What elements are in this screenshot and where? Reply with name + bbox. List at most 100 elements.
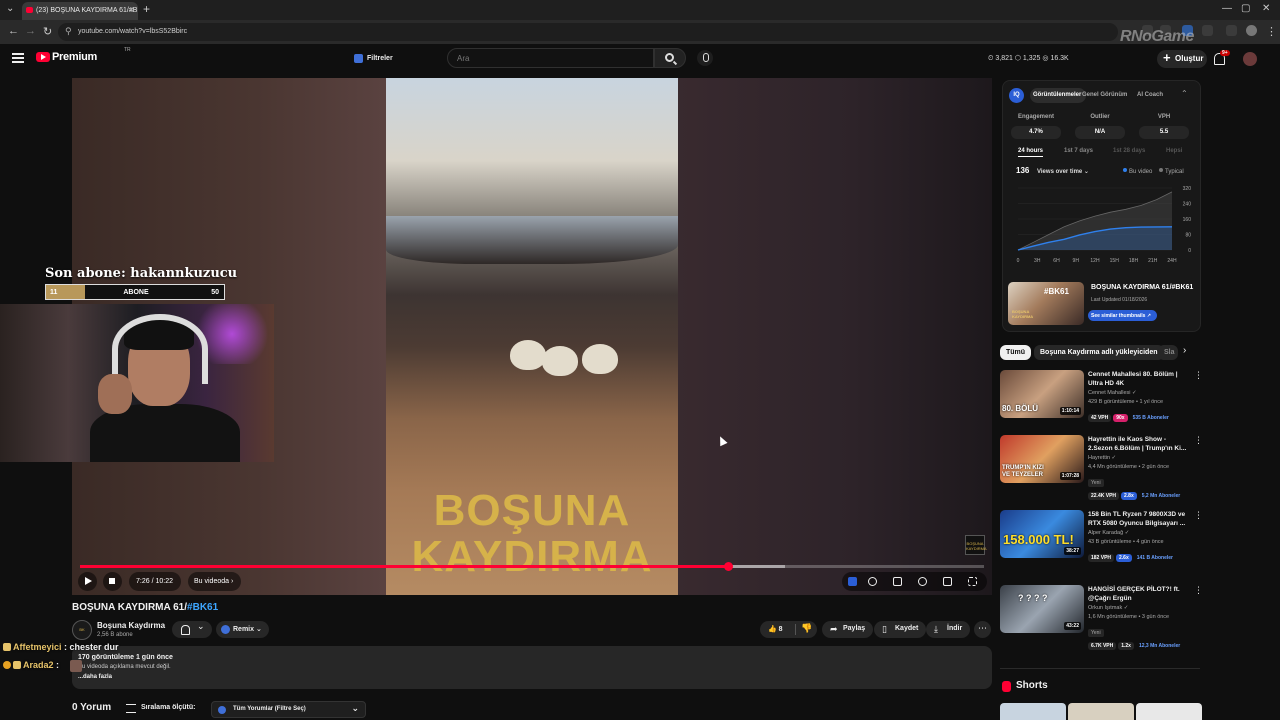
- theater-mode-icon[interactable]: [943, 577, 952, 586]
- tab-list-icon[interactable]: ⌄: [6, 3, 14, 14]
- like-button[interactable]: 👍 8: [768, 625, 783, 633]
- dislike-icon[interactable]: 👎: [801, 623, 812, 634]
- video-thumbnail[interactable]: 158.000 TL! 38:27: [1000, 510, 1084, 558]
- tab-ai-coach[interactable]: AI Coach: [1137, 92, 1163, 98]
- volume-button[interactable]: [103, 572, 122, 591]
- sort-comments-button[interactable]: Sıralama ölçütü:: [126, 704, 195, 713]
- chip-all[interactable]: Tümü: [1000, 345, 1032, 360]
- pan-shape: [386, 216, 678, 264]
- scrubber-handle[interactable]: [724, 562, 734, 571]
- maximize-icon[interactable]: ▢: [1241, 3, 1250, 14]
- metric-value: 4.7%: [1011, 126, 1061, 139]
- hashtag-link[interactable]: #BK61: [187, 602, 218, 613]
- url-field[interactable]: ⚲ youtube.com/watch?v=lbsS52Bbirc: [58, 23, 1118, 41]
- save-label: Kaydet: [895, 625, 919, 632]
- video-thumbnail[interactable]: ? ? ? ? 43:22: [1000, 585, 1084, 633]
- garlic-clove: [542, 346, 578, 376]
- channel-avatar[interactable]: BK: [72, 620, 92, 640]
- region-code: TR: [124, 47, 131, 53]
- thumbnail-text: 80. BÖLÜ: [1002, 404, 1039, 413]
- menu-icon[interactable]: [12, 53, 24, 63]
- search-button[interactable]: [654, 48, 686, 68]
- minimize-icon[interactable]: —: [1222, 3, 1232, 14]
- more-actions-icon[interactable]: ⋯: [974, 621, 991, 638]
- subs-pill: 535 B Aboneler: [1132, 415, 1169, 421]
- range-all[interactable]: Hepsi: [1166, 148, 1182, 154]
- save-button[interactable]: ▯ Kaydet: [874, 621, 927, 638]
- new-tab-icon[interactable]: +: [143, 2, 150, 16]
- site-info-icon[interactable]: ⚲: [65, 26, 72, 37]
- channel-subscribers: 2,56 B abone: [97, 632, 133, 638]
- subtitles-icon[interactable]: [893, 577, 902, 586]
- rec-channel-name: Cennet Mahallesi: [1088, 390, 1131, 396]
- extension-icon[interactable]: [1202, 25, 1213, 36]
- subs-pill: 5,2 Mn Aboneler: [1141, 493, 1181, 499]
- chip-uploader[interactable]: Boşuna Kaydırma adlı yükleyiciden: [1034, 345, 1164, 360]
- tab-views[interactable]: Görüntülenmeler: [1030, 88, 1087, 103]
- similar-thumbnails-button[interactable]: See similar thumbnails ↗: [1088, 310, 1158, 321]
- more-options-icon[interactable]: ⋮: [1194, 585, 1203, 596]
- profile-avatar[interactable]: [1246, 25, 1257, 36]
- share-button[interactable]: ➦ Paylaş: [822, 621, 874, 638]
- chevron-right-icon[interactable]: ›: [1183, 345, 1186, 356]
- range-24h[interactable]: 24 hours: [1018, 148, 1044, 157]
- description-text: Bu videoda açıklama mevcut değil.: [78, 664, 171, 670]
- comment-filter-select[interactable]: Tüm Yorumlar (Filtre Seç) ⌄: [211, 701, 366, 718]
- outlier-pill: 2.8x: [1121, 492, 1137, 500]
- range-28d[interactable]: 1st 28 days: [1113, 148, 1145, 154]
- tab-overview[interactable]: Genel Görünüm: [1082, 92, 1127, 98]
- like-count: 8: [778, 626, 783, 633]
- search-input[interactable]: Ara: [447, 48, 654, 68]
- reload-icon[interactable]: ↻: [43, 25, 52, 38]
- play-button[interactable]: [78, 572, 97, 591]
- list-item[interactable]: ? ? ? ? 43:22 HANGİSİ GERÇEK PİLOT?! ft.…: [1000, 585, 1203, 650]
- browser-tab[interactable]: (23) BOŞUNA KAYDIRMA 61/#B ×: [22, 2, 138, 20]
- autoplay-toggle-icon[interactable]: [868, 577, 877, 586]
- shorts-icon: [1002, 681, 1011, 692]
- progress-bar[interactable]: [80, 562, 984, 571]
- account-avatar[interactable]: [1243, 52, 1257, 66]
- remix-button[interactable]: Remix ⌄: [216, 621, 269, 638]
- forward-icon[interactable]: →: [25, 25, 36, 37]
- legend-label: Typical: [1165, 169, 1184, 175]
- download-button[interactable]: ⤓ İndir: [926, 621, 971, 638]
- back-icon[interactable]: ←: [8, 25, 19, 37]
- views-dropdown[interactable]: Views over time ⌄: [1037, 168, 1089, 175]
- more-options-icon[interactable]: ⋮: [1194, 370, 1203, 381]
- short-thumbnail[interactable]: [1068, 703, 1134, 720]
- list-item[interactable]: 158.000 TL! 38:27 158 Bin TL Ryzen 7 980…: [1000, 510, 1203, 570]
- fullscreen-icon[interactable]: [968, 577, 977, 586]
- player-right-controls: [842, 572, 987, 591]
- notification-bell-button[interactable]: [172, 621, 212, 638]
- close-window-icon[interactable]: ✕: [1262, 3, 1270, 14]
- short-thumbnail[interactable]: [1136, 703, 1202, 720]
- more-options-icon[interactable]: ⋮: [1194, 435, 1203, 446]
- list-item[interactable]: 80. BÖLÜ 1:10:14 Cennet Mahallesi 80. Bö…: [1000, 370, 1203, 430]
- iq-extension-icon[interactable]: [848, 577, 857, 586]
- collapse-icon[interactable]: ⌃: [1181, 89, 1188, 98]
- description-box[interactable]: [72, 646, 992, 689]
- chip-related[interactable]: Sla: [1158, 345, 1178, 360]
- comment-filter-label: Tüm Yorumlar (Filtre Seç): [233, 706, 306, 712]
- video-thumbnail[interactable]: 80. BÖLÜ 1:10:14: [1000, 370, 1084, 418]
- settings-gear-icon[interactable]: [918, 577, 927, 586]
- show-more-link[interactable]: ...daha fazla: [78, 674, 112, 680]
- video-thumbnail[interactable]: TRUMP'IN KIZI VE TEYZELER 1:07:28: [1000, 435, 1084, 483]
- subs-pill: 141 B Aboneler: [1136, 555, 1173, 561]
- filters-button[interactable]: Filtreler: [352, 51, 399, 67]
- short-thumbnail[interactable]: [1000, 703, 1066, 720]
- chapter-button[interactable]: Bu videoda ›: [188, 572, 242, 591]
- range-7d[interactable]: 1st 7 days: [1064, 148, 1093, 154]
- voice-search-icon[interactable]: [697, 50, 713, 66]
- browser-menu-icon[interactable]: ⋮: [1266, 25, 1277, 38]
- more-options-icon[interactable]: ⋮: [1194, 510, 1203, 521]
- headset: [112, 314, 208, 384]
- download-label: İndir: [947, 625, 963, 632]
- browser-tab-strip: ⌄ (23) BOŞUNA KAYDIRMA 61/#B × + — ▢ ✕: [0, 0, 1280, 20]
- extension-icon[interactable]: [1226, 25, 1237, 36]
- create-button[interactable]: Oluştur: [1157, 50, 1207, 68]
- list-item[interactable]: TRUMP'IN KIZI VE TEYZELER 1:07:28 Hayret…: [1000, 435, 1203, 500]
- channel-watermark[interactable]: BOŞUNA KAYDIRMA: [965, 535, 987, 555]
- close-tab-icon[interactable]: ×: [129, 5, 134, 15]
- channel-name[interactable]: Boşuna Kaydırma: [97, 621, 165, 630]
